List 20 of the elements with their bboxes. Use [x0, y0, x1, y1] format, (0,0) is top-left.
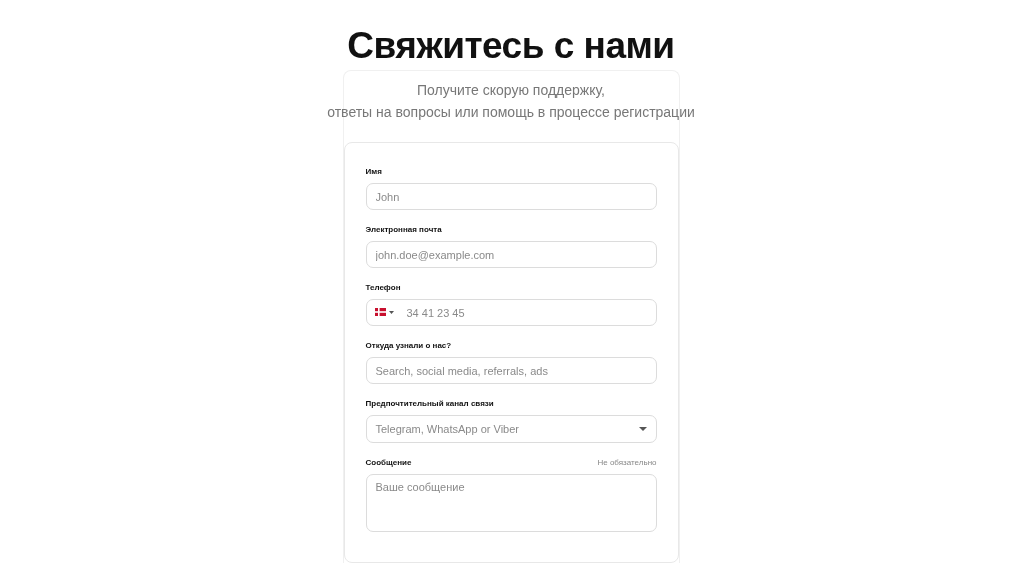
- field-label: Телефон: [365, 282, 401, 294]
- subtitle: ответы на вопросы или помощь в процессе регистрации: [327, 103, 695, 122]
- optional-note: Не обязательно: [597, 457, 657, 469]
- flag-icon: [374, 308, 386, 316]
- input-field[interactable]: Search, social media, referrals, ads: [365, 357, 657, 384]
- field-label: Откуда узнали о нас?: [365, 340, 452, 352]
- page-title: Свяжитесь с нами: [347, 24, 675, 68]
- select-field[interactable]: Telegram, WhatsApp or Viber: [365, 415, 657, 443]
- field-label: Имя: [365, 166, 382, 178]
- field-label: Предпочтительный канал связи: [365, 398, 494, 410]
- input-field[interactable]: john.doe@example.com: [365, 241, 657, 268]
- field-label: Сообщение: [365, 457, 412, 469]
- field-label: Электронная почта: [365, 224, 442, 236]
- caret-icon: [388, 310, 394, 314]
- message-field[interactable]: Ваше сообщение: [365, 474, 657, 532]
- caret-icon: [638, 427, 647, 431]
- subtitle: Получите скорую поддержку,: [417, 81, 605, 100]
- country-select[interactable]: [372, 308, 396, 316]
- phone-field[interactable]: 34 41 23 45: [365, 299, 657, 326]
- input-field[interactable]: John: [365, 183, 657, 210]
